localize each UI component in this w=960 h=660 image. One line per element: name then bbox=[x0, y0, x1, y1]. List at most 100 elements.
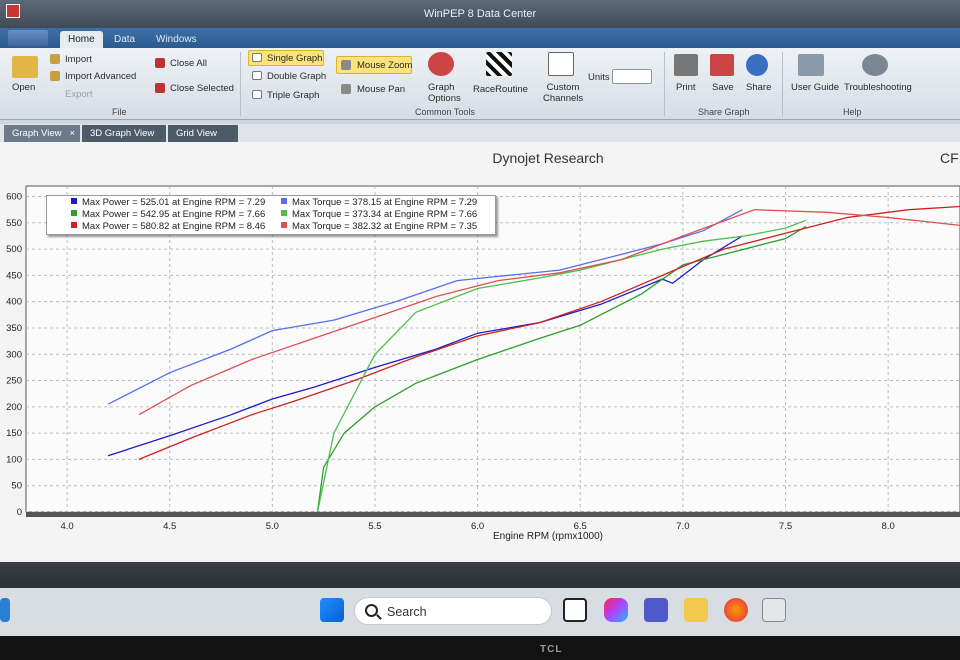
search-label: Search bbox=[387, 605, 427, 619]
copilot-icon[interactable] bbox=[604, 598, 628, 622]
custom-channels-button[interactable]: Custom Channels bbox=[543, 82, 583, 104]
taskbar-search[interactable]: Search bbox=[354, 597, 552, 625]
teams-icon[interactable] bbox=[644, 598, 668, 622]
menu-tab-bar: Home Data Windows bbox=[0, 28, 960, 48]
tab-3d-graph-view[interactable]: 3D Graph View bbox=[82, 125, 166, 142]
tab-windows[interactable]: Windows bbox=[148, 31, 205, 48]
legend-text: Max Torque = 373.34 at Engine RPM = 7.66 bbox=[292, 209, 478, 220]
status-bar bbox=[0, 562, 960, 588]
triple-graph-button[interactable]: Triple Graph bbox=[267, 90, 319, 101]
graph-options-button[interactable]: Graph Options bbox=[428, 82, 461, 104]
y-tick-label: 100 bbox=[6, 454, 22, 465]
user-guide-icon bbox=[798, 54, 824, 76]
y-tick-label: 350 bbox=[6, 323, 22, 334]
y-tick-label: 250 bbox=[6, 376, 22, 387]
task-view-icon[interactable] bbox=[563, 598, 587, 622]
pan-hand-icon bbox=[341, 84, 351, 94]
legend-swatch bbox=[71, 210, 77, 216]
y-tick-label: 600 bbox=[6, 192, 22, 203]
file-explorer-icon[interactable] bbox=[684, 598, 708, 622]
legend-entry: Max Torque = 382.32 at Engine RPM = 7.35 bbox=[281, 221, 477, 232]
windows-start-icon[interactable] bbox=[320, 598, 344, 622]
y-tick-label: 200 bbox=[6, 402, 22, 413]
double-graph-icon bbox=[252, 71, 262, 80]
y-tick-label: 500 bbox=[6, 244, 22, 255]
window-title: WinPEP 8 Data Center bbox=[423, 8, 537, 20]
import-button[interactable]: Import bbox=[65, 54, 92, 65]
x-axis-label: Engine RPM (rpmx1000) bbox=[492, 531, 604, 542]
y-tick-label: 150 bbox=[6, 428, 22, 439]
x-axis-band bbox=[26, 512, 960, 517]
units-dropdown[interactable] bbox=[612, 69, 652, 84]
single-graph-icon bbox=[252, 53, 262, 62]
close-all-icon bbox=[155, 58, 165, 68]
legend-text: Max Power = 525.01 at Engine RPM = 7.29 bbox=[82, 197, 266, 208]
close-selected-icon bbox=[155, 83, 165, 93]
common-tools-group-label: Common Tools bbox=[415, 107, 475, 117]
chart-legend: Max Power = 525.01 at Engine RPM = 7.29 … bbox=[46, 195, 496, 235]
folder-open-icon bbox=[12, 56, 38, 78]
open-button[interactable]: Open bbox=[12, 82, 35, 93]
legend-text: Max Torque = 382.32 at Engine RPM = 7.35 bbox=[292, 221, 478, 232]
import-advanced-icon bbox=[50, 71, 60, 81]
ribbon-divider bbox=[664, 52, 665, 116]
help-group-label: Help bbox=[843, 107, 862, 117]
import-advanced-button[interactable]: Import Advanced bbox=[65, 71, 136, 82]
file-menu-button[interactable] bbox=[8, 30, 48, 46]
tab-graph-view-label: Graph View bbox=[12, 128, 62, 139]
ribbon-divider bbox=[782, 52, 783, 116]
legend-text: Max Power = 580.82 at Engine RPM = 8.46 bbox=[82, 221, 266, 232]
user-guide-button[interactable]: User Guide bbox=[791, 82, 839, 93]
legend-swatch bbox=[71, 198, 77, 204]
y-tick-label: 450 bbox=[6, 270, 22, 281]
y-tick-label: 550 bbox=[6, 218, 22, 229]
export-button[interactable]: Export bbox=[65, 89, 92, 100]
custom-channels-icon bbox=[548, 52, 574, 76]
mouse-zoom-button[interactable]: Mouse Zoom bbox=[357, 60, 412, 71]
legend-entry: Max Power = 580.82 at Engine RPM = 8.46 bbox=[71, 221, 265, 232]
print-button[interactable]: Print bbox=[676, 82, 696, 93]
legend-entry: Max Power = 525.01 at Engine RPM = 7.29 bbox=[71, 197, 265, 208]
close-selected-button[interactable]: Close Selected bbox=[170, 83, 234, 94]
y-tick-label: 400 bbox=[6, 297, 22, 308]
close-all-button[interactable]: Close All bbox=[170, 58, 207, 69]
legend-swatch bbox=[281, 198, 287, 204]
legend-text: Max Power = 542.95 at Engine RPM = 7.66 bbox=[82, 209, 266, 220]
legend-swatch bbox=[281, 222, 287, 228]
winpep-app-icon[interactable] bbox=[762, 598, 786, 622]
graph-options-icon bbox=[428, 52, 454, 76]
import-icon bbox=[50, 54, 60, 64]
legend-entry: Max Torque = 373.34 at Engine RPM = 7.66 bbox=[281, 209, 477, 220]
legend-entry: Max Power = 542.95 at Engine RPM = 7.66 bbox=[71, 209, 265, 220]
units-label: Units bbox=[588, 72, 610, 83]
share-button[interactable]: Share bbox=[746, 82, 771, 93]
firefox-icon[interactable] bbox=[724, 598, 748, 622]
magnifier-icon bbox=[341, 60, 351, 70]
troubleshooting-button[interactable]: Troubleshooting bbox=[844, 82, 912, 93]
view-tab-bar: Graph View × 3D Graph View Grid View bbox=[0, 124, 960, 142]
app-edge-icon[interactable] bbox=[0, 598, 10, 622]
y-tick-label: 50 bbox=[11, 481, 22, 492]
tab-data[interactable]: Data bbox=[106, 31, 143, 48]
close-icon[interactable]: × bbox=[69, 128, 75, 139]
title-bar: WinPEP 8 Data Center bbox=[0, 0, 960, 28]
tab-home[interactable]: Home bbox=[60, 31, 103, 48]
file-group-label: File bbox=[112, 107, 127, 117]
save-icon bbox=[710, 54, 734, 76]
share-graph-group-label: Share Graph bbox=[698, 107, 750, 117]
tab-graph-view[interactable]: Graph View × bbox=[4, 125, 80, 142]
checkered-flag-icon bbox=[486, 52, 512, 76]
mouse-pan-button[interactable]: Mouse Pan bbox=[357, 84, 405, 95]
ribbon: Open Import Import Advanced Export Close… bbox=[0, 48, 960, 120]
double-graph-button[interactable]: Double Graph bbox=[267, 71, 326, 82]
taskbar: Search bbox=[0, 588, 960, 636]
single-graph-button[interactable]: Single Graph bbox=[267, 53, 322, 64]
y-tick-label: 300 bbox=[6, 349, 22, 360]
race-routine-button[interactable]: RaceRoutine bbox=[473, 84, 528, 95]
y-tick-label: 0 bbox=[17, 507, 22, 518]
ribbon-divider bbox=[240, 52, 241, 116]
save-button[interactable]: Save bbox=[712, 82, 734, 93]
tab-grid-view[interactable]: Grid View bbox=[168, 125, 238, 142]
triple-graph-icon bbox=[252, 90, 262, 99]
printer-icon bbox=[674, 54, 698, 76]
